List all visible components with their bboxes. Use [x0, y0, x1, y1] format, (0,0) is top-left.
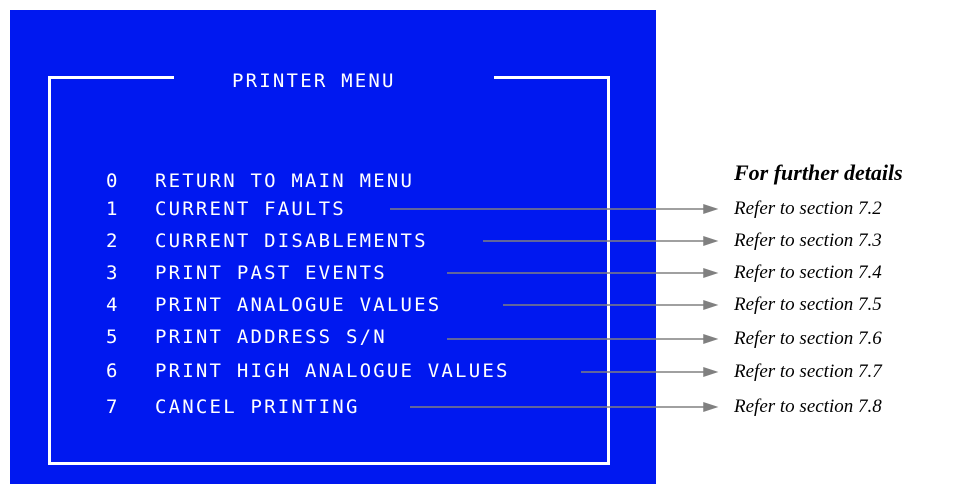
frame-bottom — [48, 462, 610, 465]
menu-item-cancel-printing[interactable]: CANCEL PRINTING — [155, 398, 360, 417]
reference-section-7-8: Refer to section 7.8 — [734, 396, 882, 417]
arrowhead-icon — [703, 267, 719, 279]
frame-top-right — [494, 76, 610, 79]
reference-section-7-2: Refer to section 7.2 — [734, 198, 882, 219]
menu-item-number: 2 — [106, 230, 120, 252]
arrowhead-icon — [703, 366, 719, 378]
arrowhead-icon — [703, 299, 719, 311]
menu-item-number: 4 — [106, 294, 120, 316]
menu-item-number: 6 — [106, 360, 120, 382]
arrowhead-icon — [703, 333, 719, 345]
menu-item-number: 7 — [106, 396, 120, 418]
menu-item-print-high-analogue-values[interactable]: PRINT HIGH ANALOGUE VALUES — [155, 362, 510, 381]
menu-item-current-faults[interactable]: CURRENT FAULTS — [155, 200, 346, 219]
frame-left — [48, 76, 51, 465]
menu-item-current-disablements[interactable]: CURRENT DISABLEMENTS — [155, 232, 428, 251]
menu-item-return-to-main-menu[interactable]: RETURN TO MAIN MENU — [155, 172, 414, 191]
menu-item-print-past-events[interactable]: PRINT PAST EVENTS — [155, 264, 387, 283]
reference-section-7-7: Refer to section 7.7 — [734, 361, 882, 382]
menu-item-number: 3 — [106, 262, 120, 284]
menu-title: PRINTER MENU — [232, 70, 396, 92]
reference-section-7-3: Refer to section 7.3 — [734, 230, 882, 251]
menu-item-number: 0 — [106, 170, 120, 192]
reference-section-7-6: Refer to section 7.6 — [734, 328, 882, 349]
arrowhead-icon — [703, 203, 719, 215]
arrowhead-icon — [703, 235, 719, 247]
menu-item-number: 1 — [106, 198, 120, 220]
frame-top-left — [48, 76, 174, 79]
reference-section-7-5: Refer to section 7.5 — [734, 294, 882, 315]
menu-item-print-analogue-values[interactable]: PRINT ANALOGUE VALUES — [155, 296, 441, 315]
reference-section-7-4: Refer to section 7.4 — [734, 262, 882, 283]
menu-item-print-address-sn[interactable]: PRINT ADDRESS S/N — [155, 328, 387, 347]
arrowhead-icon — [703, 401, 719, 413]
details-heading: For further details — [734, 160, 903, 185]
frame-right — [607, 76, 610, 465]
menu-item-number: 5 — [106, 326, 120, 348]
